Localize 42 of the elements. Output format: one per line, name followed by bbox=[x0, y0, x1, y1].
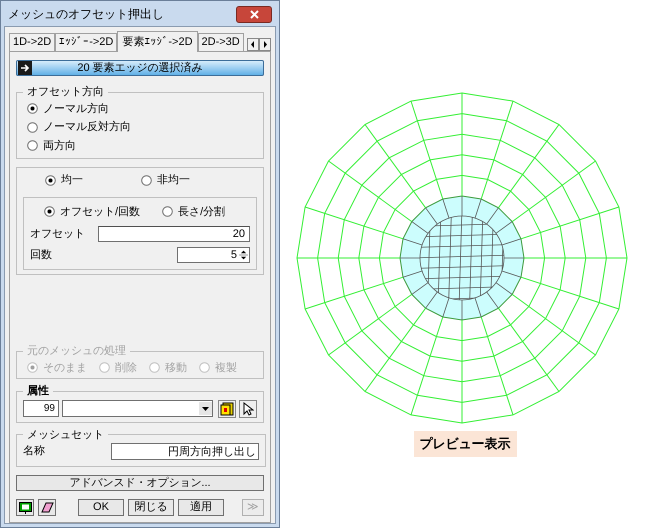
tab[interactable]: 要素ｴｯｼﾞ->2D bbox=[117, 31, 198, 52]
field-label: 回数 bbox=[30, 248, 53, 262]
scroll-right-icon[interactable] bbox=[259, 38, 271, 51]
group-title: 属性 bbox=[26, 384, 50, 399]
attribute-table-button[interactable] bbox=[218, 400, 236, 418]
window-title: メッシュのオフセット押出し bbox=[8, 6, 164, 23]
radio-option[interactable]: 長さ/分割 bbox=[162, 204, 226, 220]
offset-field[interactable]: 20 bbox=[98, 226, 250, 242]
field-label: オフセット bbox=[30, 227, 86, 242]
attribute-dropdown[interactable] bbox=[62, 400, 213, 417]
radio-option[interactable]: 非均一 bbox=[141, 172, 190, 188]
cursor-icon bbox=[242, 402, 254, 416]
pick-button[interactable] bbox=[239, 400, 257, 418]
dialog-button[interactable]: OK bbox=[78, 499, 124, 516]
close-button[interactable] bbox=[236, 6, 272, 22]
monitor-icon bbox=[18, 502, 32, 514]
table-icon bbox=[220, 402, 234, 416]
field-label: 名称 bbox=[23, 444, 46, 460]
scroll-left-icon[interactable] bbox=[247, 38, 259, 51]
radio-option[interactable]: 両方向 bbox=[27, 138, 253, 154]
radio-option[interactable]: ノーマル方向 bbox=[27, 100, 253, 117]
group-title: 元のメッシュの処理 bbox=[26, 344, 127, 359]
dialog-button[interactable]: 適用 bbox=[178, 499, 224, 516]
close-icon bbox=[250, 10, 258, 18]
name-field[interactable]: 円周方向押し出し bbox=[111, 443, 259, 460]
advanced-options-button[interactable]: アドバンスド・オプション... bbox=[16, 475, 264, 491]
radio-option[interactable]: オフセット/回数 bbox=[44, 204, 140, 220]
radio-option[interactable]: 均一 bbox=[45, 172, 83, 188]
arrow-icon bbox=[18, 61, 32, 75]
tab[interactable]: 1D->2D bbox=[9, 33, 56, 51]
selection-button[interactable]: 20 要素エッジの選択済み bbox=[16, 60, 264, 76]
radio-option[interactable]: ノーマル反対方向 bbox=[27, 119, 253, 136]
attribute-id-field[interactable]: 99 bbox=[23, 400, 59, 417]
preview-label: プレビュー表示 bbox=[414, 431, 516, 456]
tab[interactable]: ｴｯｼﾞｰ->2D bbox=[55, 33, 118, 51]
group-title: メッシュセット bbox=[26, 428, 105, 442]
dialog-button[interactable]: 閉じる bbox=[128, 499, 174, 516]
preview-button[interactable] bbox=[16, 499, 34, 516]
tab[interactable]: 2D->3D bbox=[198, 33, 244, 51]
group-title: オフセット方向 bbox=[26, 84, 105, 100]
eraser-icon bbox=[40, 502, 54, 513]
eraser-button[interactable] bbox=[38, 499, 56, 516]
